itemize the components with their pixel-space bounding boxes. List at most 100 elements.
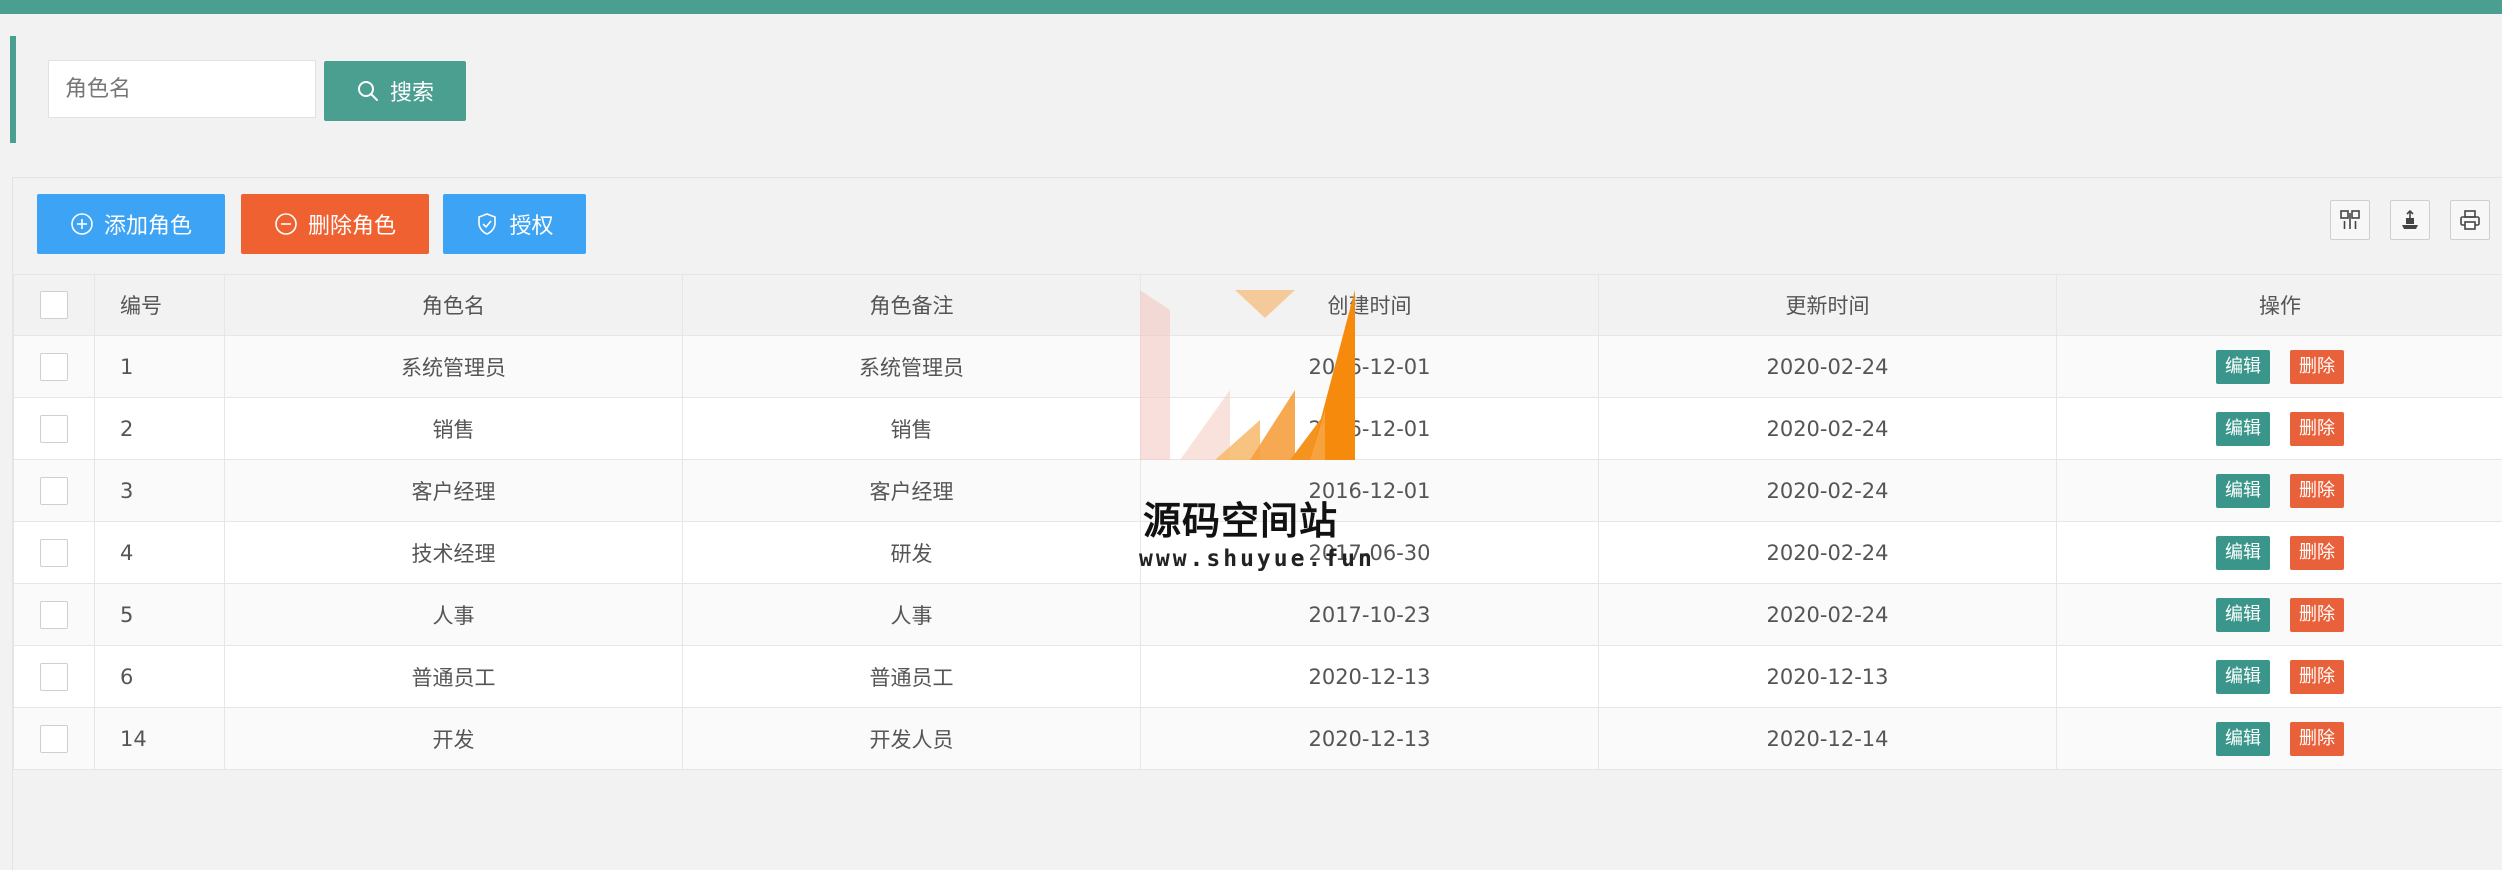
header-updated-time[interactable]: 更新时间 [1598, 274, 2057, 336]
watermark-title: 源码空间站 [1143, 499, 1339, 543]
row-checkbox[interactable] [40, 538, 68, 567]
row-edit-button[interactable]: 编辑 [2216, 597, 2270, 632]
row-checkbox[interactable] [40, 352, 68, 381]
column-filter-button[interactable] [2330, 200, 2370, 240]
row-edit-button[interactable]: 编辑 [2216, 411, 2270, 446]
row-delete-button[interactable]: 删除 [2290, 597, 2344, 632]
table-row: 5 人事 人事 2017-10-23 2020-02-24 编辑 删除 [13, 583, 2502, 646]
row-delete-button[interactable]: 删除 [2290, 473, 2344, 508]
row-edit-button[interactable]: 编辑 [2216, 721, 2270, 756]
row-role-name[interactable]: 普通员工 [224, 645, 683, 708]
row-role-name[interactable]: 客户经理 [224, 459, 683, 522]
header-role-name[interactable]: 角色名 [224, 274, 683, 336]
row-role-name[interactable]: 开发 [224, 707, 683, 770]
row-actions: 编辑 删除 [2056, 521, 2502, 584]
row-updated-time: 2020-02-24 [1598, 521, 2057, 584]
table-row: 2 销售 销售 2016-12-01 2020-02-24 编辑 删除 [13, 397, 2502, 460]
row-actions: 编辑 删除 [2056, 645, 2502, 708]
row-checkbox-cell [13, 335, 95, 398]
row-actions: 编辑 删除 [2056, 707, 2502, 770]
header-created-time[interactable]: 创建时间 [1140, 274, 1599, 336]
header-id[interactable]: 编号 [94, 274, 225, 336]
search-panel: 搜索 [10, 36, 2502, 143]
row-updated-time: 2020-02-24 [1598, 397, 2057, 460]
table-header-row: 编号 角色名 角色备注 创建时间 更新时间 操作 [13, 274, 2502, 336]
row-checkbox[interactable] [40, 724, 68, 753]
row-delete-button[interactable]: 删除 [2290, 411, 2344, 446]
row-delete-button[interactable]: 删除 [2290, 349, 2344, 384]
row-checkbox-cell [13, 707, 95, 770]
role-name-search-input[interactable] [48, 60, 316, 118]
authorize-button[interactable]: 授权 [443, 194, 586, 254]
row-checkbox-cell [13, 645, 95, 708]
row-id: 6 [94, 645, 225, 708]
shield-check-icon [478, 213, 497, 235]
row-role-remark: 普通员工 [682, 645, 1141, 708]
row-actions: 编辑 删除 [2056, 397, 2502, 460]
table-row: 14 开发 开发人员 2020-12-13 2020-12-14 编辑 删除 [13, 707, 2502, 770]
search-icon [357, 81, 378, 101]
row-updated-time: 2020-12-13 [1598, 645, 2057, 708]
search-button-label: 搜索 [389, 81, 434, 106]
add-role-button[interactable]: 添加角色 [37, 194, 225, 254]
row-actions: 编辑 删除 [2056, 583, 2502, 646]
row-delete-button[interactable]: 删除 [2290, 659, 2344, 694]
row-checkbox[interactable] [40, 662, 68, 691]
row-delete-button[interactable]: 删除 [2290, 535, 2344, 570]
row-checkbox[interactable] [40, 414, 68, 443]
row-role-name[interactable]: 人事 [224, 583, 683, 646]
select-all-checkbox[interactable] [40, 291, 68, 319]
row-id: 1 [94, 335, 225, 398]
header-actions: 操作 [2056, 274, 2502, 336]
row-actions: 编辑 删除 [2056, 335, 2502, 398]
row-edit-button[interactable]: 编辑 [2216, 659, 2270, 694]
minus-circle-icon [275, 213, 297, 235]
row-checkbox-cell [13, 583, 95, 646]
plus-circle-icon [71, 213, 93, 235]
select-all-cell [13, 274, 95, 336]
row-role-remark: 研发 [682, 521, 1141, 584]
row-id: 3 [94, 459, 225, 522]
printer-icon [2460, 210, 2480, 230]
row-updated-time: 2020-02-24 [1598, 335, 2057, 398]
row-checkbox[interactable] [40, 476, 68, 505]
row-updated-time: 2020-02-24 [1598, 459, 2057, 522]
add-role-label: 添加角色 [103, 214, 192, 239]
row-role-remark: 客户经理 [682, 459, 1141, 522]
row-delete-button[interactable]: 删除 [2290, 721, 2344, 756]
row-edit-button[interactable]: 编辑 [2216, 473, 2270, 508]
row-created-time: 2020-12-13 [1140, 645, 1599, 708]
header-role-remark[interactable]: 角色备注 [682, 274, 1141, 336]
table-row: 1 系统管理员 系统管理员 2016-12-01 2020-02-24 编辑 删除 [13, 335, 2502, 398]
top-accent-bar [0, 0, 2502, 14]
search-button[interactable]: 搜索 [324, 61, 466, 121]
row-role-name[interactable]: 技术经理 [224, 521, 683, 584]
delete-role-label: 删除角色 [307, 214, 396, 239]
row-created-time: 2016-12-01 [1140, 397, 1599, 460]
export-button[interactable] [2390, 200, 2430, 240]
table-row: 6 普通员工 普通员工 2020-12-13 2020-12-13 编辑 删除 [13, 645, 2502, 708]
row-checkbox-cell [13, 397, 95, 460]
authorize-label: 授权 [509, 214, 554, 239]
row-edit-button[interactable]: 编辑 [2216, 349, 2270, 384]
row-created-time: 2020-12-13 [1140, 707, 1599, 770]
row-actions: 编辑 删除 [2056, 459, 2502, 522]
print-button[interactable] [2450, 200, 2490, 240]
row-updated-time: 2020-12-14 [1598, 707, 2057, 770]
row-role-name[interactable]: 系统管理员 [224, 335, 683, 398]
row-id: 4 [94, 521, 225, 584]
delete-role-button[interactable]: 删除角色 [241, 194, 429, 254]
row-checkbox[interactable] [40, 600, 68, 629]
row-role-name[interactable]: 销售 [224, 397, 683, 460]
watermark-url: www.shuyue.fun [1139, 546, 1375, 572]
row-role-remark: 销售 [682, 397, 1141, 460]
row-role-remark: 系统管理员 [682, 335, 1141, 398]
export-icon [2402, 209, 2418, 229]
row-id: 2 [94, 397, 225, 460]
row-id: 5 [94, 583, 225, 646]
row-role-remark: 开发人员 [682, 707, 1141, 770]
row-checkbox-cell [13, 459, 95, 522]
row-id: 14 [94, 707, 225, 770]
row-edit-button[interactable]: 编辑 [2216, 535, 2270, 570]
row-created-time: 2017-10-23 [1140, 583, 1599, 646]
